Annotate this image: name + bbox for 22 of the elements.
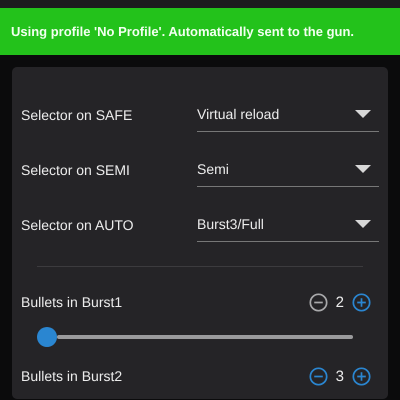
counter-value: 2 bbox=[336, 294, 344, 310]
dropdown-caret-icon bbox=[355, 165, 371, 173]
dropdown-caret-icon bbox=[355, 220, 371, 228]
counter-label: Bullets in Burst2 bbox=[21, 368, 122, 384]
plus-icon bbox=[352, 292, 371, 312]
dropdown-field[interactable]: Semi bbox=[197, 152, 379, 187]
counter-value: 3 bbox=[336, 368, 344, 384]
increment-button[interactable] bbox=[352, 366, 371, 386]
minus-icon bbox=[308, 366, 328, 386]
dropdown-caret-icon bbox=[355, 110, 371, 118]
selector-label: Selector on SEMI bbox=[21, 162, 131, 178]
slider-thumb[interactable] bbox=[37, 327, 57, 347]
increment-button[interactable] bbox=[352, 292, 371, 312]
counter-label: Bullets in Burst1 bbox=[21, 294, 122, 310]
selector-label: Selector on AUTO bbox=[21, 216, 135, 232]
status-message: Using profile 'No Profile'. Automatically sent to the gun. bbox=[11, 24, 354, 39]
dropdown-field[interactable]: Burst3/Full bbox=[197, 207, 379, 242]
plus-icon bbox=[352, 366, 371, 386]
selector-label: Selector on SAFE bbox=[21, 106, 134, 122]
dropdown-field[interactable]: Virtual reload bbox=[197, 97, 379, 132]
decrement-button[interactable] bbox=[308, 366, 328, 386]
minus-icon bbox=[308, 292, 328, 312]
